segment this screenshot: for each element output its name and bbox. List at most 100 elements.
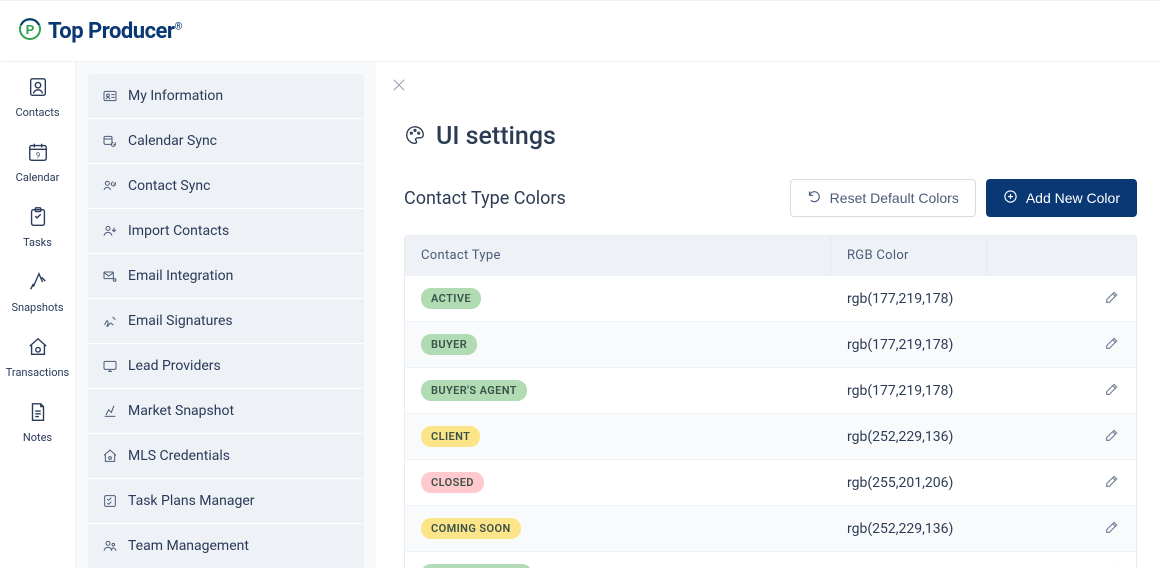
edit-icon[interactable] bbox=[1104, 565, 1120, 569]
table-row: ACTIVE rgb(177,219,178) bbox=[405, 275, 1136, 321]
table-body: ACTIVE rgb(177,219,178) BUYER rgb(177,219,1… bbox=[405, 275, 1136, 568]
settings-item-label: Import Contacts bbox=[128, 223, 229, 239]
edit-icon[interactable] bbox=[1104, 427, 1120, 447]
import-icon bbox=[102, 223, 118, 239]
reset-default-colors-button[interactable]: Reset Default Colors bbox=[790, 179, 976, 217]
cell-actions bbox=[987, 368, 1136, 413]
settings-item-import-contacts[interactable]: Import Contacts bbox=[88, 209, 364, 254]
cell-contact-type: CURRENT BUYER bbox=[405, 552, 831, 568]
cell-contact-type: BUYER'S AGENT bbox=[405, 368, 831, 413]
rail-contacts[interactable]: Contacts bbox=[2, 76, 74, 119]
column-actions bbox=[987, 236, 1136, 275]
contact-type-tag: CURRENT BUYER bbox=[421, 564, 532, 568]
cell-contact-type: CLOSED bbox=[405, 460, 831, 505]
cell-actions bbox=[987, 506, 1136, 551]
settings-menu: My Information Calendar Sync Contact Syn… bbox=[76, 62, 376, 568]
settings-item-team-management[interactable]: Team Management bbox=[88, 524, 364, 569]
cell-contact-type: ACTIVE bbox=[405, 276, 831, 321]
settings-item-task-plans[interactable]: Task Plans Manager bbox=[88, 479, 364, 524]
settings-item-label: Email Integration bbox=[128, 268, 233, 284]
table-row: CURRENT BUYERrgb(177,219,178) bbox=[405, 551, 1136, 568]
rail-notes[interactable]: Notes bbox=[2, 401, 74, 444]
brand-name: Top Producer® bbox=[48, 19, 182, 44]
svg-text:P: P bbox=[26, 22, 35, 37]
cell-actions bbox=[987, 414, 1136, 459]
brand-logo-icon: P bbox=[18, 17, 42, 45]
rail-calendar[interactable]: 9 Calendar bbox=[2, 141, 74, 184]
rail-label: Calendar bbox=[16, 171, 60, 184]
main-panel: UI settings Contact Type Colors Reset De… bbox=[376, 62, 1161, 568]
contact-type-tag: BUYER'S AGENT bbox=[421, 380, 527, 401]
rail-transactions[interactable]: Transactions bbox=[2, 336, 74, 379]
settings-item-label: Team Management bbox=[128, 538, 249, 554]
settings-item-market-snapshot[interactable]: Market Snapshot bbox=[88, 389, 364, 434]
cell-rgb: rgb(255,201,206) bbox=[831, 460, 987, 505]
table-row: CLOSED rgb(255,201,206) bbox=[405, 459, 1136, 505]
close-icon[interactable] bbox=[390, 76, 408, 98]
contact-type-tag: CLOSED bbox=[421, 472, 484, 493]
cell-contact-type: BUYER bbox=[405, 322, 831, 367]
rail-tasks[interactable]: Tasks bbox=[2, 206, 74, 249]
settings-item-label: My Information bbox=[128, 88, 223, 104]
house-key-icon bbox=[102, 448, 118, 464]
topbar: P Top Producer® bbox=[0, 0, 1161, 62]
rail-label: Contacts bbox=[15, 106, 59, 119]
cell-rgb: rgb(252,229,136) bbox=[831, 414, 987, 459]
calendar-sync-icon bbox=[102, 133, 118, 149]
edit-icon[interactable] bbox=[1104, 381, 1120, 401]
cell-rgb: rgb(177,219,178) bbox=[831, 368, 987, 413]
transactions-icon bbox=[27, 336, 49, 362]
contact-type-tag: BUYER bbox=[421, 334, 477, 355]
cell-actions bbox=[987, 460, 1136, 505]
edit-icon[interactable] bbox=[1104, 335, 1120, 355]
settings-item-mls-credentials[interactable]: MLS Credentials bbox=[88, 434, 364, 479]
undo-icon bbox=[807, 189, 822, 207]
monitor-icon bbox=[102, 358, 118, 374]
id-card-icon bbox=[102, 88, 118, 104]
mail-link-icon bbox=[102, 268, 118, 284]
cell-actions bbox=[987, 322, 1136, 367]
contact-type-tag: CLIENT bbox=[421, 426, 480, 447]
column-rgb-color: RGB Color bbox=[831, 236, 987, 275]
add-new-color-button[interactable]: Add New Color bbox=[986, 179, 1137, 217]
rail-snapshots[interactable]: Snapshots bbox=[2, 271, 74, 314]
settings-item-label: MLS Credentials bbox=[128, 448, 230, 464]
nav-rail: Contacts 9 Calendar Tasks Snapshots Tran… bbox=[0, 62, 76, 568]
table-row: CLIENT rgb(252,229,136) bbox=[405, 413, 1136, 459]
settings-item-lead-providers[interactable]: Lead Providers bbox=[88, 344, 364, 389]
settings-item-my-information[interactable]: My Information bbox=[88, 74, 364, 119]
edit-icon[interactable] bbox=[1104, 473, 1120, 493]
svg-text:9: 9 bbox=[35, 151, 39, 160]
cell-contact-type: COMING SOON bbox=[405, 506, 831, 551]
contact-type-colors-table: Contact Type RGB Color ACTIVE rgb(177,219… bbox=[404, 235, 1137, 568]
tasks-icon bbox=[27, 206, 49, 232]
cell-rgb: rgb(177,219,178) bbox=[831, 322, 987, 367]
contact-type-tag: COMING SOON bbox=[421, 518, 521, 539]
column-contact-type: Contact Type bbox=[405, 236, 831, 275]
palette-add-icon bbox=[1003, 189, 1018, 207]
brand[interactable]: P Top Producer® bbox=[18, 17, 182, 45]
snapshots-icon bbox=[27, 271, 49, 297]
settings-item-label: Email Signatures bbox=[128, 313, 233, 329]
cell-rgb: rgb(177,219,178) bbox=[831, 276, 987, 321]
edit-icon[interactable] bbox=[1104, 519, 1120, 539]
edit-icon[interactable] bbox=[1104, 289, 1120, 309]
palette-icon bbox=[404, 124, 426, 150]
table-row: BUYER'S AGENT rgb(177,219,178) bbox=[405, 367, 1136, 413]
table-row: BUYER rgb(177,219,178) bbox=[405, 321, 1136, 367]
settings-item-email-signatures[interactable]: Email Signatures bbox=[88, 299, 364, 344]
rail-label: Tasks bbox=[23, 236, 52, 249]
team-icon bbox=[102, 538, 118, 554]
rail-label: Notes bbox=[23, 431, 52, 444]
contact-type-tag: ACTIVE bbox=[421, 288, 481, 309]
settings-item-email-integration[interactable]: Email Integration bbox=[88, 254, 364, 299]
notes-icon bbox=[27, 401, 49, 427]
settings-item-calendar-sync[interactable]: Calendar Sync bbox=[88, 119, 364, 164]
settings-item-label: Lead Providers bbox=[128, 358, 221, 374]
calendar-icon: 9 bbox=[27, 141, 49, 167]
rail-label: Transactions bbox=[6, 366, 69, 379]
table-header: Contact Type RGB Color bbox=[405, 236, 1136, 275]
settings-item-contact-sync[interactable]: Contact Sync bbox=[88, 164, 364, 209]
settings-item-label: Task Plans Manager bbox=[128, 493, 255, 509]
table-row: COMING SOONrgb(252,229,136) bbox=[405, 505, 1136, 551]
